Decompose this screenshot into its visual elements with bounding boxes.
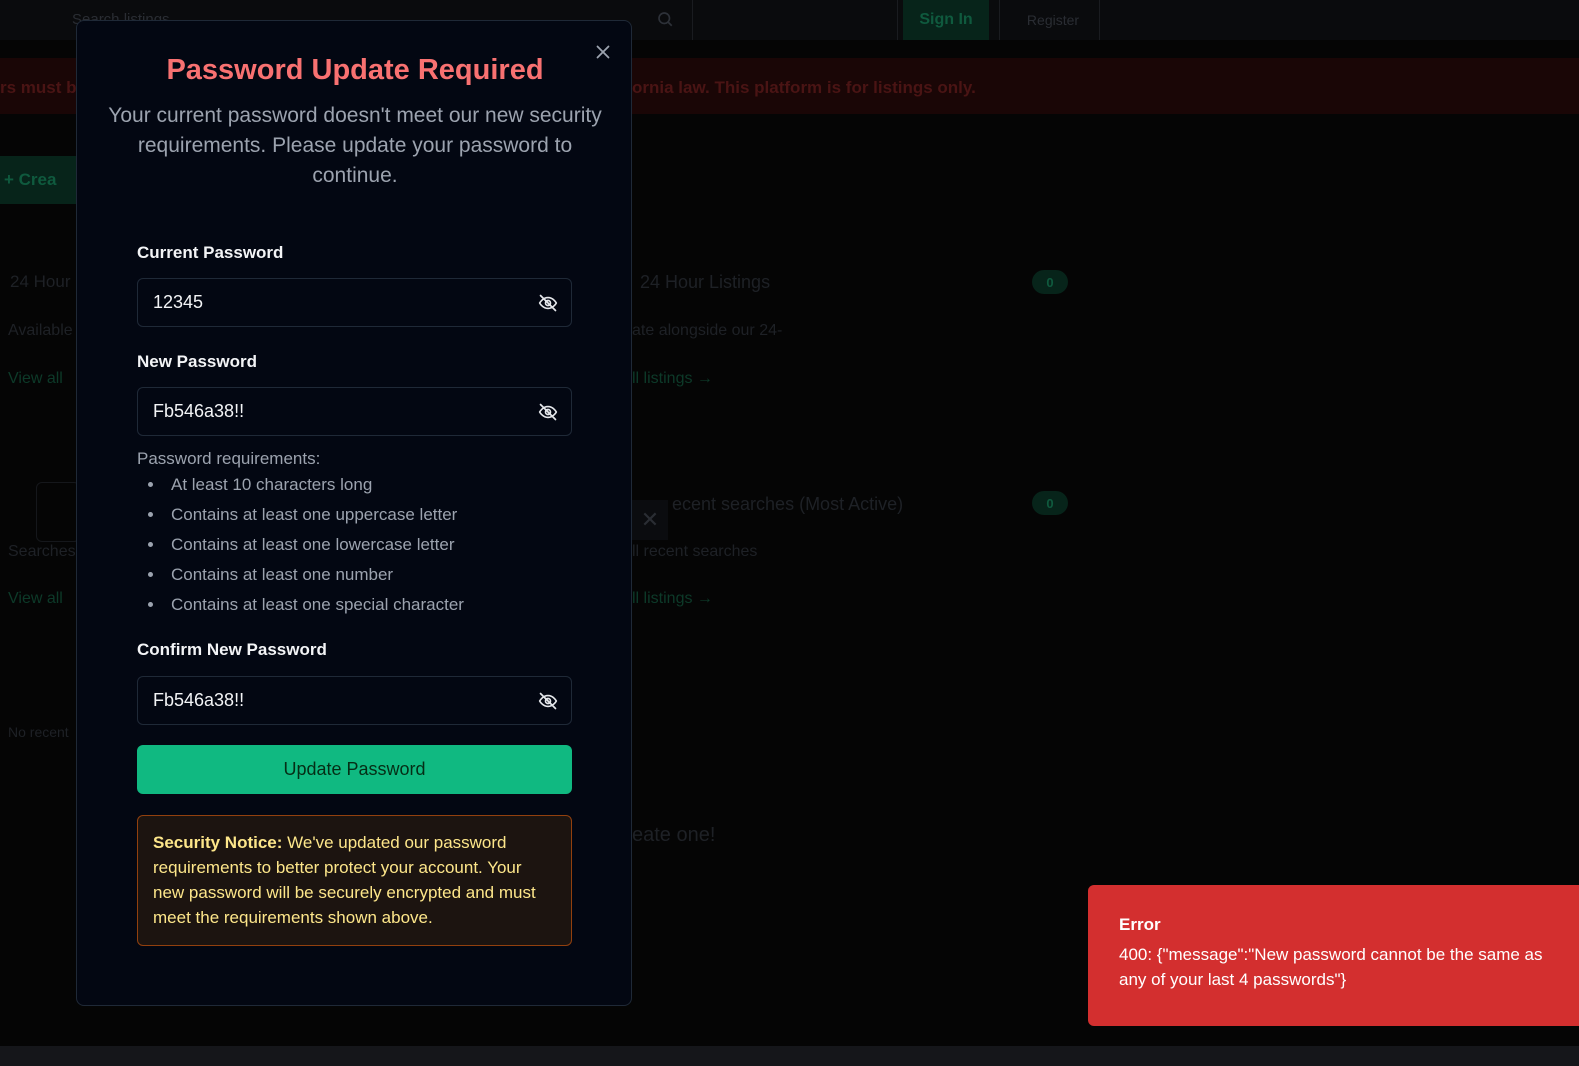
- section-title-right-2: ecent searches (Most Active): [672, 494, 904, 514]
- requirement-item: Contains at least one number: [137, 561, 567, 591]
- section-desc-right: ate alongside our 24-: [632, 322, 783, 339]
- section-desc-left-2: Searches: [8, 543, 76, 560]
- new-password-field: [137, 387, 572, 436]
- requirement-item: Contains at least one lowercase letter: [137, 531, 567, 561]
- background-search-box: [36, 482, 80, 542]
- password-requirements-list: At least 10 characters long Contains at …: [137, 471, 567, 621]
- nav-divider: [1099, 0, 1100, 40]
- close-icon: ✕: [632, 500, 668, 540]
- eye-off-icon[interactable]: [538, 402, 558, 422]
- section-title-right: 24 Hour Listings: [640, 272, 771, 292]
- register-button: Register: [1026, 12, 1080, 28]
- modal-subtitle: Your current password doesn't meet our n…: [108, 104, 602, 187]
- view-all-link-left-2: View all: [8, 590, 63, 607]
- modal-title: Password Update Required: [166, 54, 544, 86]
- security-notice-heading: Security Notice:: [153, 833, 283, 852]
- toast-title: Error: [1119, 915, 1161, 934]
- toast-message: 400: {"message":"New password cannot be …: [1119, 945, 1543, 989]
- empty-state-text: No recent: [8, 724, 69, 740]
- section-desc-left: Available: [8, 322, 73, 339]
- requirement-item: Contains at least one uppercase letter: [137, 501, 567, 531]
- security-notice: Security Notice: We've updated our passw…: [137, 815, 572, 946]
- banner-text-left: rs must b: [0, 78, 77, 97]
- current-password-input[interactable]: [138, 279, 518, 326]
- current-password-field: [137, 278, 572, 327]
- create-one-cta: eate one!: [632, 824, 716, 846]
- requirement-item: Contains at least one special character: [137, 591, 567, 621]
- password-requirements-title: Password requirements:: [137, 449, 321, 468]
- error-toast[interactable]: Error 400: {"message":"New password cann…: [1088, 885, 1579, 1026]
- banner-text-right: ornia law. This platform is for listings…: [632, 78, 976, 97]
- view-all-link-right-2: ll listings →: [632, 590, 713, 607]
- count-badge: 0: [1032, 270, 1068, 294]
- sign-in-button: Sign In: [903, 0, 989, 40]
- confirm-password-input[interactable]: [138, 677, 518, 724]
- search-icon: [658, 12, 673, 27]
- confirm-password-field: [137, 676, 572, 725]
- bottom-bar: [0, 1046, 1579, 1066]
- eye-off-icon[interactable]: [538, 293, 558, 313]
- view-all-link-right: ll listings →: [632, 370, 713, 387]
- view-all-link-left: View all: [8, 370, 63, 387]
- confirm-password-label: Confirm New Password: [137, 640, 327, 659]
- current-password-label: Current Password: [137, 243, 284, 262]
- new-password-label: New Password: [137, 352, 257, 371]
- requirement-item: At least 10 characters long: [137, 471, 567, 501]
- count-badge: 0: [1032, 491, 1068, 515]
- new-password-input[interactable]: [138, 388, 518, 435]
- section-desc-right-2: ll recent searches: [632, 543, 758, 560]
- password-update-modal: Password Update Required Your current pa…: [76, 20, 632, 1006]
- eye-off-icon[interactable]: [538, 691, 558, 711]
- nav-divider: [897, 0, 898, 40]
- update-password-button[interactable]: Update Password: [137, 745, 572, 794]
- nav-divider: [692, 0, 693, 40]
- nav-divider: [999, 0, 1000, 40]
